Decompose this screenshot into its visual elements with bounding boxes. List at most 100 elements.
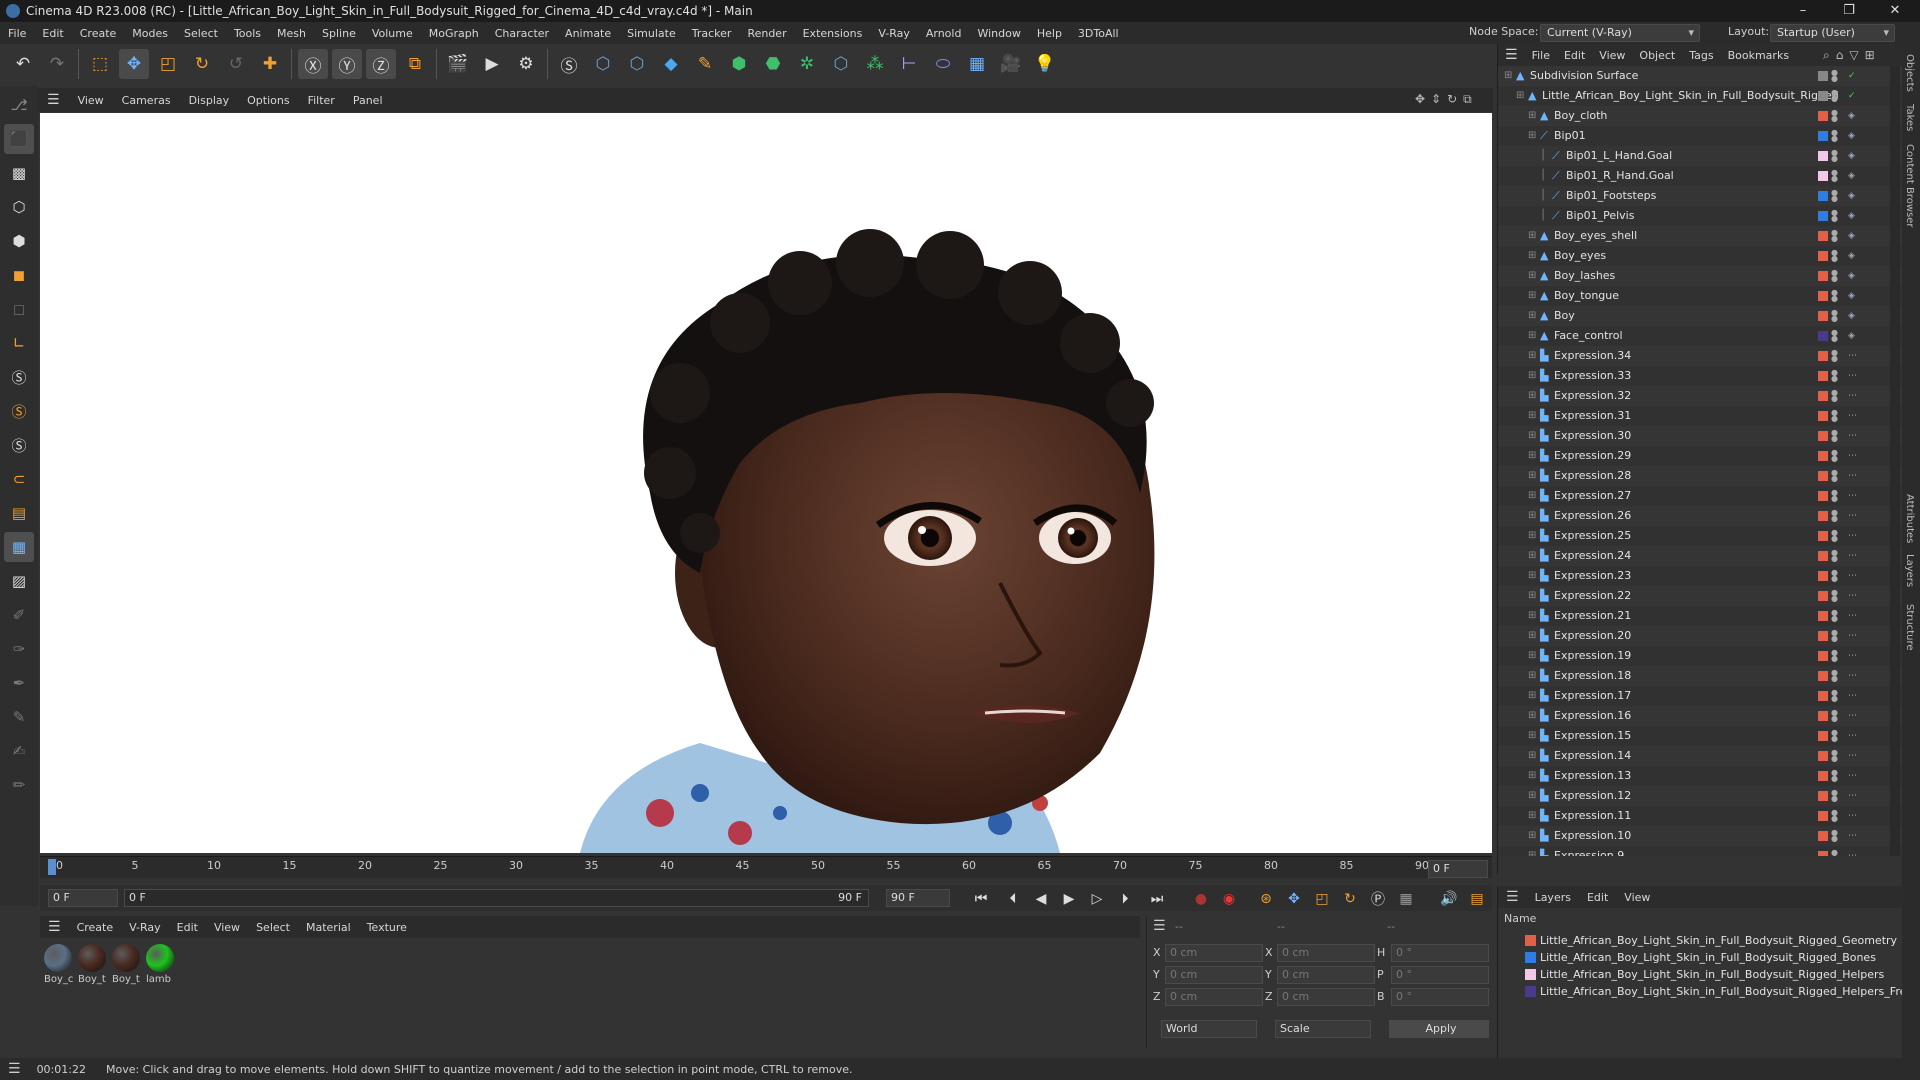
size-field[interactable]: 0 cm bbox=[1277, 966, 1375, 984]
material-menu-view[interactable]: View bbox=[206, 921, 248, 934]
material-menu-edit[interactable]: Edit bbox=[169, 921, 206, 934]
expand-toggle-icon[interactable]: ⊞ bbox=[1528, 726, 1536, 746]
python-script-icon[interactable]: ⬡ bbox=[588, 49, 618, 79]
layer-color-swatch[interactable] bbox=[1818, 831, 1828, 841]
object-name[interactable]: Expression.14 bbox=[1554, 746, 1631, 766]
object-row[interactable]: ⊞ ▙ Expression.31 ● ● ⋯ bbox=[1498, 406, 1903, 426]
end-frame-field[interactable]: 90 F bbox=[886, 889, 950, 907]
viewport-menu-icon[interactable]: ☰ bbox=[38, 92, 69, 108]
object-row[interactable]: ⊞ ▙ Expression.25 ● ● ⋯ bbox=[1498, 526, 1903, 546]
object-row[interactable]: ⊞ ▙ Expression.21 ● ● ⋯ bbox=[1498, 606, 1903, 626]
object-name[interactable]: Expression.29 bbox=[1554, 446, 1631, 466]
object-row[interactable]: ⊞ ▲ Boy_tongue ● ● ◈ bbox=[1498, 286, 1903, 306]
vertical-tab-layers[interactable]: Layers bbox=[1904, 554, 1915, 587]
object-menu-bookmarks[interactable]: Bookmarks bbox=[1721, 49, 1796, 62]
layer-color-swatch[interactable] bbox=[1818, 451, 1828, 461]
expand-toggle-icon[interactable]: ⊞ bbox=[1528, 466, 1536, 486]
layers-menu-layers[interactable]: Layers bbox=[1527, 891, 1579, 904]
autokey-icon[interactable]: ◉ bbox=[1218, 889, 1240, 909]
add-object-icon[interactable]: ✚ bbox=[255, 49, 285, 79]
point-level-key-icon[interactable]: ▦ bbox=[1395, 889, 1417, 909]
expand-toggle-icon[interactable]: ⊞ bbox=[1528, 566, 1536, 586]
object-row[interactable]: ⊞ ▙ Expression.9 ● ● ⋯ bbox=[1498, 846, 1903, 856]
rotate-tool-icon[interactable]: ↻ bbox=[187, 49, 217, 79]
object-tag-icon[interactable]: ⋯ bbox=[1848, 530, 1860, 542]
layer-color-swatch[interactable] bbox=[1818, 811, 1828, 821]
layer-color-swatch[interactable] bbox=[1818, 771, 1828, 781]
object-tag-icon[interactable]: ⋯ bbox=[1848, 430, 1860, 442]
visibility-dots-icon[interactable]: ● ● bbox=[1831, 529, 1838, 543]
scale-key-icon[interactable]: ◰ bbox=[1311, 889, 1333, 909]
object-row[interactable]: ⊞ ▲ Boy_eyes ● ● ◈ bbox=[1498, 246, 1903, 266]
object-name[interactable]: Expression.15 bbox=[1554, 726, 1631, 746]
floor-icon[interactable]: ▦ bbox=[962, 49, 992, 79]
expand-toggle-icon[interactable]: ⊞ bbox=[1528, 826, 1536, 846]
menu-tracker[interactable]: Tracker bbox=[684, 27, 740, 40]
layers-menu-edit[interactable]: Edit bbox=[1579, 891, 1616, 904]
menu-animate[interactable]: Animate bbox=[557, 27, 619, 40]
object-row[interactable]: ⊞ ▙ Expression.28 ● ● ⋯ bbox=[1498, 466, 1903, 486]
y-axis-lock-icon[interactable]: Ⓨ bbox=[332, 49, 362, 79]
coordinate-system-icon[interactable]: ⧉ bbox=[400, 49, 430, 79]
expand-toggle-icon[interactable]: ⊞ bbox=[1528, 386, 1536, 406]
layer-color-swatch[interactable] bbox=[1818, 191, 1828, 201]
object-name[interactable]: Boy_tongue bbox=[1554, 286, 1619, 306]
object-tag-icon[interactable]: ⋯ bbox=[1848, 450, 1860, 462]
object-row[interactable]: ⊞ ▙ Expression.17 ● ● ⋯ bbox=[1498, 686, 1903, 706]
magnet-icon[interactable]: ⊂ bbox=[4, 464, 34, 494]
expand-toggle-icon[interactable]: ⊞ bbox=[1528, 746, 1536, 766]
object-tag-icon[interactable]: ◈ bbox=[1848, 170, 1860, 182]
visibility-dots-icon[interactable]: ● ● bbox=[1831, 129, 1838, 143]
object-row[interactable]: ⊞ ▲ Boy_cloth ● ● ◈ bbox=[1498, 106, 1903, 126]
menu-character[interactable]: Character bbox=[487, 27, 557, 40]
object-row[interactable]: ⊞ ▙ Expression.24 ● ● ⋯ bbox=[1498, 546, 1903, 566]
object-tag-icon[interactable]: ◈ bbox=[1848, 250, 1860, 262]
subdivision-icon[interactable]: ⬢ bbox=[724, 49, 754, 79]
object-tag-icon[interactable]: ⋯ bbox=[1848, 690, 1860, 702]
visibility-dots-icon[interactable]: ● ● bbox=[1831, 69, 1838, 83]
material-menu-texture[interactable]: Texture bbox=[359, 921, 415, 934]
expand-toggle-icon[interactable]: ⊞ bbox=[1528, 446, 1536, 466]
object-tag-icon[interactable]: ⋯ bbox=[1848, 370, 1860, 382]
object-tag-icon[interactable]: ⋯ bbox=[1848, 510, 1860, 522]
object-tag-icon[interactable]: ◈ bbox=[1848, 270, 1860, 282]
expand-toggle-icon[interactable]: │ bbox=[1540, 166, 1546, 186]
vertical-tab-attributes[interactable]: Attributes bbox=[1904, 494, 1915, 543]
scale-tool-icon[interactable]: ◰ bbox=[153, 49, 183, 79]
expand-toggle-icon[interactable]: ⊞ bbox=[1528, 226, 1536, 246]
object-name[interactable]: Expression.21 bbox=[1554, 606, 1631, 626]
visibility-dots-icon[interactable]: ● ● bbox=[1831, 369, 1838, 383]
goto-start-icon[interactable]: ⏮ bbox=[970, 889, 992, 909]
expand-toggle-icon[interactable]: ⊞ bbox=[1528, 126, 1536, 146]
material-menu-select[interactable]: Select bbox=[248, 921, 298, 934]
object-name[interactable]: Expression.18 bbox=[1554, 666, 1631, 686]
layer-color-swatch[interactable] bbox=[1818, 471, 1828, 481]
menu-help[interactable]: Help bbox=[1029, 27, 1070, 40]
expand-toggle-icon[interactable]: │ bbox=[1540, 146, 1546, 166]
layer-color-swatch[interactable] bbox=[1818, 431, 1828, 441]
object-row[interactable]: ⊞ ▙ Expression.19 ● ● ⋯ bbox=[1498, 646, 1903, 666]
minimize-button[interactable]: – bbox=[1780, 0, 1826, 22]
expand-toggle-icon[interactable]: ⊞ bbox=[1528, 246, 1536, 266]
object-row[interactable]: ⊞ ▙ Expression.34 ● ● ⋯ bbox=[1498, 346, 1903, 366]
expand-toggle-icon[interactable]: │ bbox=[1540, 206, 1546, 226]
snap-icon[interactable]: Ⓢ bbox=[4, 362, 34, 392]
object-tag-icon[interactable]: ⋯ bbox=[1848, 710, 1860, 722]
expand-toggle-icon[interactable]: ⊞ bbox=[1528, 586, 1536, 606]
object-row[interactable]: ⊞ ▙ Expression.20 ● ● ⋯ bbox=[1498, 626, 1903, 646]
object-row[interactable]: │ ⟋ Bip01_L_Hand.Goal ● ● ◈ bbox=[1498, 146, 1903, 166]
object-row[interactable]: ⊞ ▲ Little_African_Boy_Light_Skin_in_Full_… bbox=[1498, 86, 1903, 106]
live-selection-icon[interactable]: ⬚ bbox=[85, 49, 115, 79]
layer-row[interactable]: Little_African_Boy_Light_Skin_in_Full_Bo… bbox=[1498, 932, 1903, 949]
uv-mode-icon[interactable]: ◻ bbox=[4, 294, 34, 324]
layer-color-swatch[interactable] bbox=[1818, 311, 1828, 321]
material-menu-material[interactable]: Material bbox=[298, 921, 359, 934]
visibility-dots-icon[interactable]: ● ● bbox=[1831, 589, 1838, 603]
expand-toggle-icon[interactable]: ⊞ bbox=[1528, 846, 1536, 856]
object-name[interactable]: Expression.33 bbox=[1554, 366, 1631, 386]
object-name[interactable]: Bip01_R_Hand.Goal bbox=[1566, 166, 1674, 186]
cube-primitive-icon[interactable]: ◆ bbox=[656, 49, 686, 79]
object-tag-icon[interactable]: ⋯ bbox=[1848, 650, 1860, 662]
layer-color-swatch[interactable] bbox=[1818, 91, 1828, 101]
object-tag-icon[interactable]: ◈ bbox=[1848, 190, 1860, 202]
